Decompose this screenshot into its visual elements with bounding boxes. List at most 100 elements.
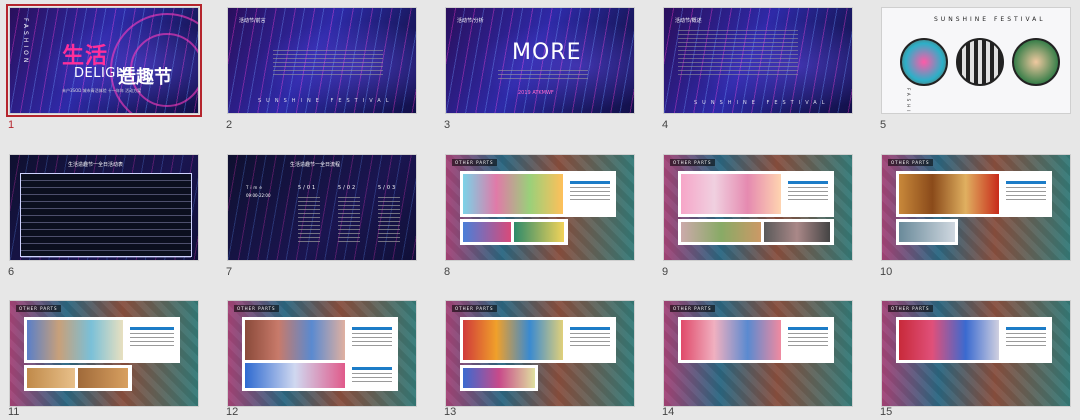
photo-block [463,222,511,242]
slide-number: 12 [226,406,239,418]
slide-5-title: SUNSHINE FESTIVAL [934,16,1046,23]
photo-block [78,368,128,388]
slide-6-title: 生活造趣节一全日活动表 [68,162,124,168]
slide-thumbnail-6[interactable]: 生活造趣节一全日活动表 6 [0,154,210,278]
photo-block [27,368,75,388]
slide-1-canvas: FASHION 生活 DELIGHT 造趣节 未户3SOD 城市青活体验 十一年… [6,4,202,117]
paragraph-lines [273,50,383,78]
date-col: 5/02 [338,185,358,191]
photo-block [899,174,999,214]
slide-7-title: 生活造趣节一全日流程 [290,162,341,168]
photo-block [681,174,781,214]
photo-block [899,222,955,242]
slide-2-sunshine: SUNSHINE FESTIVAL [258,98,394,104]
slide-3-year: 2019 ATKMWF [518,90,554,96]
photo-block [245,363,345,388]
slide-thumbnail-15[interactable]: OTHER PARTS 15 [872,300,1080,418]
slide-9-canvas: OTHER PARTS [663,154,853,261]
slide-thumbnail-8[interactable]: OTHER PARTS 8 [436,154,646,278]
slide-13-canvas: OTHER PARTS [445,300,635,407]
slide-thumbnail-9[interactable]: OTHER PARTS 9 [654,154,864,278]
photo-circle [956,38,1004,86]
slide-thumbnail-7[interactable]: 生活造趣节一全日流程 Time 09:00-22:00 5/01 5/02 5/… [218,154,428,278]
schedule-lines [378,197,400,242]
panel-text [352,373,392,385]
slide-14-canvas: OTHER PARTS [663,300,853,407]
photo-block [463,320,563,360]
slide-1-title-cn2: 造趣节 [118,67,172,88]
slide-11-canvas: OTHER PARTS [9,300,199,407]
slide-number: 5 [880,119,887,131]
panel-heading [1006,327,1046,330]
slide-number: 1 [8,119,15,131]
panel-text [1006,187,1046,203]
panel-heading [352,327,392,330]
slide-3-more: MORE [512,40,582,65]
photo-block [514,222,564,242]
slide-12-canvas: OTHER PARTS [227,300,417,407]
panel-heading [130,327,174,330]
photo-block [681,320,781,360]
paragraph-lines [678,30,798,75]
time-range: 09:00-22:00 [246,193,271,198]
slide-thumbnail-12[interactable]: OTHER PARTS 12 [218,300,428,418]
slide-5-canvas: SUNSHINE FESTIVAL FASHION [881,7,1071,114]
other-parts-tag: OTHER PARTS [670,159,715,166]
photo-block [764,222,830,242]
slide-number: 10 [880,266,893,278]
panel-heading [788,327,828,330]
slide-thumbnail-11[interactable]: OTHER PARTS 11 [0,300,210,418]
date-col: 5/01 [298,185,318,191]
slide-number: 14 [662,406,675,418]
slide-8-canvas: OTHER PARTS [445,154,635,261]
slide-number: 15 [880,406,893,418]
slide-number: 6 [8,266,15,278]
slide-number: 2 [226,119,233,131]
photo-circle [900,38,948,86]
other-parts-tag: OTHER PARTS [670,305,715,312]
slide-thumbnail-1[interactable]: FASHION 生活 DELIGHT 造趣节 未户3SOD 城市青活体验 十一年… [0,4,210,131]
slide-thumbnail-4[interactable]: 活动节/概述 SUNSHINE FESTIVAL 4 [654,7,864,131]
slide-thumbnail-13[interactable]: OTHER PARTS 13 [436,300,646,418]
slide-thumbnail-2[interactable]: 活动节/前言 SUNSHINE FESTIVAL 2 [218,7,428,131]
slide-4-sunshine: SUNSHINE FESTIVAL [694,100,830,106]
panel-text [570,187,610,203]
paragraph-lines [498,70,588,82]
photo-block [463,368,535,388]
slide-number: 9 [662,266,669,278]
slide-number: 7 [226,266,233,278]
photo-circle [1012,38,1060,86]
slide-4-label: 活动节/概述 [675,18,702,24]
time-label: Time [246,185,264,190]
photo-block [899,320,999,360]
slide-number: 8 [444,266,451,278]
schedule-table [20,173,192,258]
slide-10-canvas: OTHER PARTS [881,154,1071,261]
other-parts-tag: OTHER PARTS [452,305,497,312]
slide-thumbnail-5[interactable]: SUNSHINE FESTIVAL FASHION 5 [872,7,1080,131]
other-parts-tag: OTHER PARTS [888,159,933,166]
slide-sorter-grid: FASHION 生活 DELIGHT 造趣节 未户3SOD 城市青活体验 十一年… [0,0,1080,420]
slide-3-label: 活动节/分析 [457,18,484,24]
slide-15-canvas: OTHER PARTS [881,300,1071,407]
slide-2-canvas: 活动节/前言 SUNSHINE FESTIVAL [227,7,417,114]
photo-block [463,174,563,214]
photo-block [681,222,761,242]
slide-2-label: 活动节/前言 [239,18,266,24]
schedule-lines [338,197,360,242]
panel-heading [352,367,392,370]
other-parts-tag: OTHER PARTS [888,305,933,312]
photo-block [245,320,345,360]
slide-3-canvas: 活动节/分析 MORE 2019 ATKMWF [445,7,635,114]
slide-1-subtitle: 未户3SOD 城市青活体验 十一年年 活动方案 [62,88,142,93]
panel-heading [570,181,610,184]
panel-text [352,333,392,349]
other-parts-tag: OTHER PARTS [452,159,497,166]
slide-thumbnail-14[interactable]: OTHER PARTS 14 [654,300,864,418]
panel-heading [570,327,610,330]
slide-thumbnail-3[interactable]: 活动节/分析 MORE 2019 ATKMWF 3 [436,7,646,131]
panel-text [788,333,828,349]
slide-4-canvas: 活动节/概述 SUNSHINE FESTIVAL [663,7,853,114]
slide-thumbnail-10[interactable]: OTHER PARTS 10 [872,154,1080,278]
panel-text [1006,333,1046,349]
